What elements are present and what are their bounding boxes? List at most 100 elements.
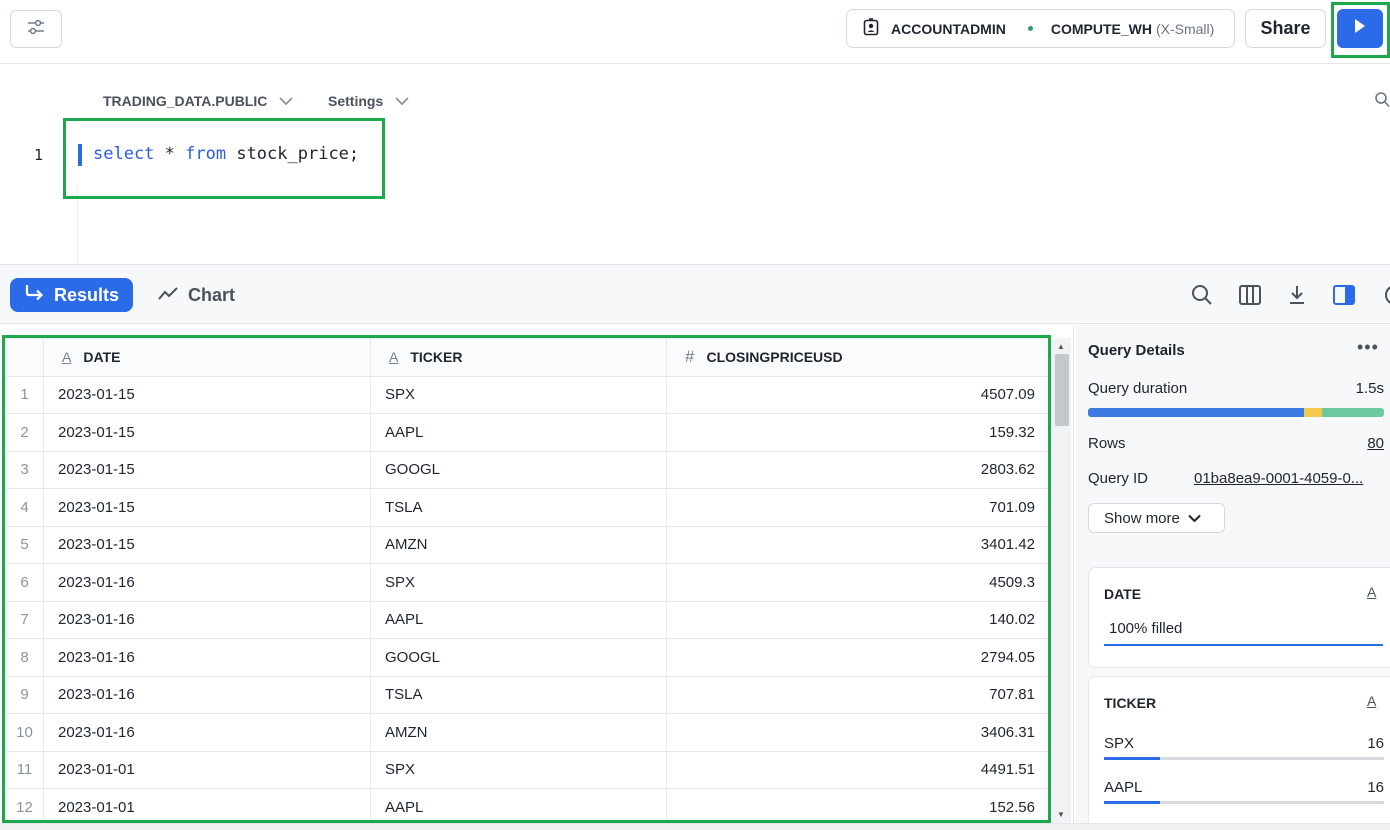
table-row[interactable]: 7 2023-01-16 AAPL 140.02 — [5, 600, 1050, 639]
results-toolbar: Results Chart — [0, 264, 1390, 324]
columns-icon[interactable] — [1238, 283, 1262, 307]
table-row[interactable]: 12 2023-01-01 AAPL 152.56 — [5, 788, 1050, 827]
query-id-link[interactable]: 01ba8ea9-0001-4059-0... — [1194, 470, 1363, 487]
table-row[interactable]: 9 2023-01-16 TSLA 707.81 — [5, 675, 1050, 714]
download-icon[interactable] — [1285, 283, 1309, 307]
keyword-from: from — [185, 144, 227, 164]
duration-value: 1.5s — [1355, 380, 1384, 397]
number-type-icon: # — [685, 347, 695, 367]
cell-price[interactable]: 707.81 — [666, 675, 1050, 714]
bottom-status-strip — [0, 823, 1390, 830]
cell-ticker[interactable]: TSLA — [370, 488, 667, 527]
table-row[interactable]: 1 2023-01-15 SPX 4507.09 — [5, 375, 1050, 414]
cell-price[interactable]: 3401.42 — [666, 525, 1050, 564]
rows-value[interactable]: 80 — [1367, 435, 1384, 452]
cell-price[interactable]: 701.09 — [666, 488, 1050, 527]
cell-date[interactable]: 2023-01-15 — [43, 450, 371, 489]
cell-ticker[interactable]: AMZN — [370, 525, 667, 564]
cell-date[interactable]: 2023-01-16 — [43, 600, 371, 639]
cell-date[interactable]: 2023-01-16 — [43, 675, 371, 714]
cell-ticker[interactable]: AAPL — [370, 600, 667, 639]
tab-chart[interactable]: Chart — [158, 278, 235, 312]
role-badge-icon — [863, 18, 879, 39]
run-button[interactable] — [1337, 9, 1383, 48]
table-row[interactable]: 8 2023-01-16 GOOGL 2794.05 — [5, 638, 1050, 677]
row-number-header — [5, 338, 44, 377]
column-header-date[interactable]: A DATE — [43, 338, 371, 377]
cell-ticker[interactable]: SPX — [370, 563, 667, 602]
cell-price[interactable]: 2803.62 — [666, 450, 1050, 489]
table-row[interactable]: 11 2023-01-01 SPX 4491.51 — [5, 750, 1050, 789]
table-row[interactable]: 5 2023-01-15 AMZN 3401.42 — [5, 525, 1050, 564]
value-label: AAPL — [1104, 779, 1143, 796]
database-selector[interactable]: TRADING_DATA.PUBLIC — [103, 93, 294, 109]
table-row[interactable]: 10 2023-01-16 AMZN 3406.31 — [5, 713, 1050, 752]
duration-segment — [1321, 408, 1384, 417]
code-table: stock_price; — [226, 144, 360, 164]
filter-settings-button[interactable] — [10, 10, 62, 48]
cell-date[interactable]: 2023-01-01 — [43, 750, 371, 789]
share-button[interactable]: Share — [1245, 9, 1326, 48]
show-more-button[interactable]: Show more — [1088, 503, 1225, 533]
cell-ticker[interactable]: GOOGL — [370, 638, 667, 677]
column-card-ticker[interactable]: TICKER A SPX 16 AAPL 16 — [1088, 676, 1390, 823]
cell-date[interactable]: 2023-01-16 — [43, 713, 371, 752]
line-number: 1 — [34, 146, 44, 164]
table-row[interactable]: 4 2023-01-15 TSLA 701.09 — [5, 488, 1050, 527]
cell-date[interactable]: 2023-01-15 — [43, 525, 371, 564]
more-options-icon[interactable]: ••• — [1357, 337, 1379, 358]
cell-ticker[interactable]: SPX — [370, 375, 667, 414]
query-details-title: Query Details — [1088, 342, 1185, 359]
cell-date[interactable]: 2023-01-15 — [43, 375, 371, 414]
cell-date[interactable]: 2023-01-16 — [43, 638, 371, 677]
cell-ticker[interactable]: SPX — [370, 750, 667, 789]
cell-price[interactable]: 152.56 — [666, 788, 1050, 827]
cell-ticker[interactable]: AMZN — [370, 713, 667, 752]
table-scrollbar[interactable]: ▲ ▼ — [1053, 338, 1071, 823]
settings-selector[interactable]: Settings — [328, 93, 409, 109]
clock-icon[interactable] — [1378, 283, 1390, 307]
database-label: TRADING_DATA.PUBLIC — [103, 93, 268, 109]
play-icon — [1353, 18, 1367, 39]
split-panel-icon[interactable] — [1332, 283, 1356, 307]
cell-date[interactable]: 2023-01-15 — [43, 413, 371, 452]
scroll-up-icon[interactable]: ▲ — [1057, 342, 1065, 351]
results-table: A DATE A TICKER # CLOSINGPRICEUSD 1 2023-01-… — [5, 338, 1050, 827]
search-icon[interactable] — [1190, 283, 1214, 307]
cell-price[interactable]: 159.32 — [666, 413, 1050, 452]
column-card-date[interactable]: DATE A 100% filled — [1088, 567, 1390, 668]
role-warehouse-selector[interactable]: ACCOUNTADMIN COMPUTE_WH (X-Small) — [846, 9, 1235, 48]
sql-code-line[interactable]: select * from stock_price; — [93, 144, 359, 164]
cell-date[interactable]: 2023-01-15 — [43, 488, 371, 527]
table-row[interactable]: 2 2023-01-15 AAPL 159.32 — [5, 413, 1050, 452]
fill-bar — [1104, 644, 1383, 646]
scroll-thumb[interactable] — [1055, 354, 1069, 426]
cell-price[interactable]: 4509.3 — [666, 563, 1050, 602]
column-header-ticker[interactable]: A TICKER — [370, 338, 667, 377]
cell-price[interactable]: 3406.31 — [666, 713, 1050, 752]
cell-price[interactable]: 4507.09 — [666, 375, 1050, 414]
column-header-closingpriceusd[interactable]: # CLOSINGPRICEUSD — [666, 338, 1050, 377]
cell-ticker[interactable]: AAPL — [370, 788, 667, 827]
tab-results[interactable]: Results — [10, 278, 133, 312]
tab-chart-label: Chart — [188, 284, 236, 305]
cell-ticker[interactable]: GOOGL — [370, 450, 667, 489]
row-number: 4 — [5, 488, 44, 527]
line-chart-icon — [158, 285, 178, 306]
table-row[interactable]: 3 2023-01-15 GOOGL 2803.62 — [5, 450, 1050, 489]
search-icon[interactable] — [1375, 92, 1390, 113]
cell-price[interactable]: 2794.05 — [666, 638, 1050, 677]
value-bar-fill — [1104, 801, 1160, 804]
cell-date[interactable]: 2023-01-16 — [43, 563, 371, 602]
cell-price[interactable]: 4491.51 — [666, 750, 1050, 789]
fill-percentage: 100% filled — [1109, 620, 1183, 637]
value-bar-fill — [1104, 757, 1160, 760]
cell-ticker[interactable]: AAPL — [370, 413, 667, 452]
cell-price[interactable]: 140.02 — [666, 600, 1050, 639]
cell-date[interactable]: 2023-01-01 — [43, 788, 371, 827]
top-bar: ACCOUNTADMIN COMPUTE_WH (X-Small) Share — [0, 0, 1390, 64]
column-name: TICKER — [410, 349, 463, 366]
table-row[interactable]: 6 2023-01-16 SPX 4509.3 — [5, 563, 1050, 602]
scroll-down-icon[interactable]: ▼ — [1057, 810, 1065, 819]
cell-ticker[interactable]: TSLA — [370, 675, 667, 714]
